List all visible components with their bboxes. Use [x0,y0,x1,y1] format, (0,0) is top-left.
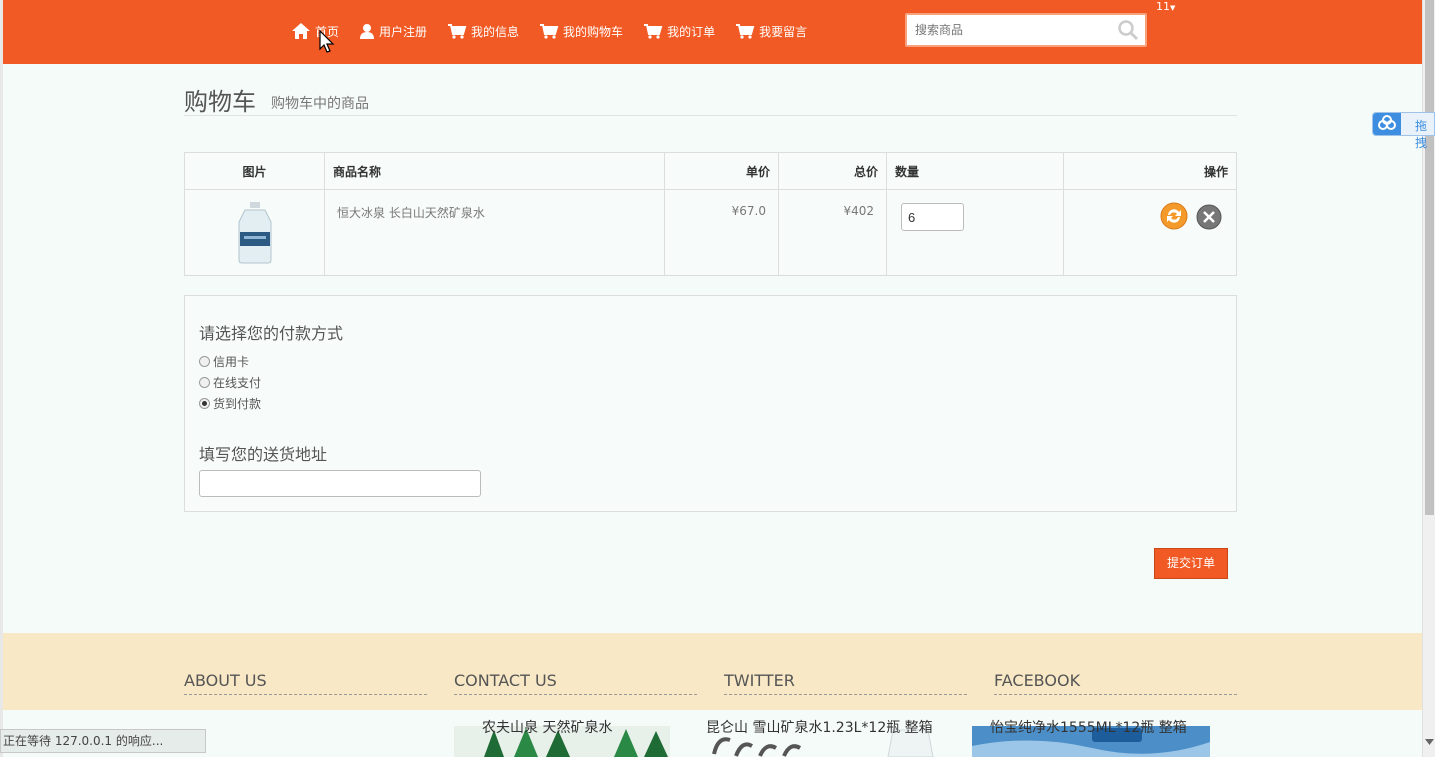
product-image[interactable] [235,200,275,264]
product-image-cell [184,189,325,276]
footer-contact-us: CONTACT US [454,671,697,695]
payment-option-label: 信用卡 [213,355,250,369]
product-link[interactable]: 昆仑山 雪山矿泉水1.23L*12瓶 整箱 [706,717,933,737]
search-icon[interactable] [1117,19,1139,41]
search-input[interactable] [907,15,1107,45]
col-actions: 操作 [1063,152,1237,190]
actions-cell [1063,189,1237,276]
footer-products: 农夫山泉 天然矿泉水 昆仑山 雪山矿泉水1.23L*12瓶 整箱 怡宝纯净水15… [3,710,1422,757]
address-heading: 填写您的送货地址 [199,445,328,464]
floating-toolbar[interactable]: 拖拽 [1372,112,1435,150]
user-menu[interactable]: 11▼ [1156,0,1175,13]
caret-down-icon: ▼ [1170,4,1176,12]
site-header: 首页 用户注册 我的信息 我的购物车 我的订单 我要留言 搜索商品 11▼ [3,0,1422,64]
site-footer: ABOUT US CONTACT US TWITTER FACEBOOK 农夫山… [3,633,1422,757]
table-row: 恒大冰泉 长白山天然矿泉水 ¥67.0 ¥402 [184,189,1237,276]
col-name: 商品名称 [324,152,665,190]
nav-my-info[interactable]: 我的信息 [447,20,519,42]
radio-button[interactable] [199,356,210,367]
user-menu-label: 11 [1156,0,1170,13]
cart-icon [644,24,663,39]
main-nav: 首页 用户注册 我的信息 我的购物车 我的订单 我要留言 [291,20,827,42]
page-subtitle: 购物车中的商品 [271,96,369,112]
radio-button[interactable] [199,377,210,388]
nav-my-cart[interactable]: 我的购物车 [539,20,623,42]
submit-order-button[interactable]: 提交订单 [1154,548,1228,579]
payment-heading: 请选择您的付款方式 [199,324,344,343]
payment-option-cod[interactable]: 货到付款 [199,395,261,412]
cart-table: 图片 商品名称 单价 总价 数量 操作 恒大冰泉 长白山天然矿泉水 ¥67.0 … [184,152,1237,276]
nav-leave-message[interactable]: 我要留言 [735,20,807,42]
payment-option-label: 货到付款 [213,397,262,411]
product-unit-price: ¥67.0 [664,189,779,276]
col-total: 总价 [778,152,887,190]
page-heading: 购物车 购物车中的商品 [184,80,1237,116]
cart-header-row: 图片 商品名称 单价 总价 数量 操作 [184,152,1237,190]
nav-my-orders[interactable]: 我的订单 [643,20,715,42]
floating-toolbar-label: 拖拽 [1415,119,1428,150]
payment-option-online[interactable]: 在线支付 [199,374,261,391]
nav-my-info-label: 我的信息 [471,24,520,39]
page-title: 购物车 [184,88,256,116]
user-icon [360,24,375,39]
search-box [905,13,1147,47]
arrow-down-icon[interactable] [1425,738,1434,746]
refresh-icon[interactable] [1160,202,1188,230]
page: 首页 用户注册 我的信息 我的购物车 我的订单 我要留言 搜索商品 11▼ 购物… [3,0,1422,757]
col-image: 图片 [184,152,325,190]
cart-icon [540,24,559,39]
mouse-cursor-icon [319,30,335,53]
footer-about-us: ABOUT US [184,671,427,695]
quantity-input[interactable] [901,203,964,231]
cart-icon [736,24,755,39]
product-link[interactable]: 农夫山泉 天然矿泉水 [482,717,612,737]
cart-icon [448,24,467,39]
home-icon [292,23,310,39]
nav-my-orders-label: 我的订单 [667,24,716,39]
product-total: ¥402 [778,189,887,276]
col-quantity: 数量 [886,152,1064,190]
radio-button-selected[interactable] [199,398,210,409]
scrollbar-thumb[interactable] [1425,0,1434,515]
browser-status-bar: 正在等待 127.0.0.1 的响应... [0,729,206,753]
payment-section: 请选择您的付款方式 信用卡 在线支付 货到付款 填写您的送货地址 [184,295,1237,512]
nav-register-label: 用户注册 [379,24,428,39]
nav-leave-message-label: 我要留言 [759,24,808,39]
quantity-cell [886,189,1064,276]
cloud-icon [1378,115,1396,130]
payment-option-label: 在线支付 [213,376,262,390]
cloud-icon-box [1373,113,1401,135]
nav-my-cart-label: 我的购物车 [563,24,624,39]
footer-twitter: TWITTER [724,671,967,695]
col-unit-price: 单价 [664,152,779,190]
payment-option-credit-card[interactable]: 信用卡 [199,353,249,370]
footer-facebook: FACEBOOK [994,671,1237,695]
delete-icon[interactable] [1196,204,1222,230]
address-input[interactable] [199,470,481,497]
product-link[interactable]: 怡宝纯净水1555ML*12瓶 整箱 [990,717,1187,737]
product-name[interactable]: 恒大冰泉 长白山天然矿泉水 [324,189,665,276]
nav-register[interactable]: 用户注册 [359,20,427,42]
